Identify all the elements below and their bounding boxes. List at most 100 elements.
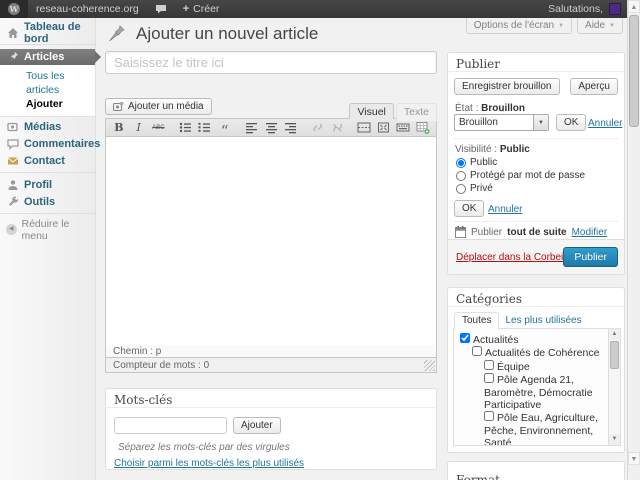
add-media-icon xyxy=(113,102,124,112)
sidebar-label: Outils xyxy=(24,196,55,208)
save-draft-button[interactable]: Enregistrer brouillon xyxy=(454,78,560,95)
strikethrough-icon[interactable]: ABC xyxy=(151,120,167,135)
category-checklist: Actualités Actualités de Cohérence Équip… xyxy=(453,328,621,446)
sidebar-item-articles[interactable]: Articles xyxy=(0,49,95,65)
bold-icon[interactable]: B xyxy=(111,120,127,135)
sidebar-item-contact[interactable]: Contact xyxy=(0,153,95,168)
add-tag-button[interactable]: Ajouter xyxy=(233,417,281,434)
sidebar-item-add-new[interactable]: Ajouter xyxy=(26,97,95,111)
sidebar-item-profile[interactable]: Profil xyxy=(0,177,95,192)
collapse-arrow-icon: ◀ xyxy=(6,224,17,235)
visibility-row: Visibilité : Public xyxy=(455,144,530,155)
align-right-icon[interactable] xyxy=(283,120,299,135)
category-label[interactable]: Pôle Eau, Agriculture, Pêche, Environnem… xyxy=(484,412,598,446)
category-checkbox[interactable] xyxy=(460,333,470,343)
insert-table-icon[interactable] xyxy=(415,120,431,135)
side-metaboxes: Publier Enregistrer brouillon Aperçu Éta… xyxy=(447,0,625,480)
tag-input[interactable] xyxy=(114,417,227,434)
visibility-cancel-link[interactable]: Annuler xyxy=(488,204,522,215)
bulleted-list-icon[interactable] xyxy=(177,120,193,135)
choose-tags-link[interactable]: Choisir parmi les mots-clés les plus uti… xyxy=(114,458,304,469)
category-checkbox[interactable] xyxy=(472,346,482,356)
preview-button[interactable]: Aperçu xyxy=(570,78,618,95)
editor-resize-handle[interactable] xyxy=(424,360,435,371)
category-item: Équipe xyxy=(460,360,604,373)
scroll-up-icon[interactable]: ▲ xyxy=(628,0,640,13)
category-name: Pôle Eau, Agriculture, Pêche, Environnem… xyxy=(484,412,598,446)
category-item: Pôle Eau, Agriculture, Pêche, Environnem… xyxy=(460,411,604,446)
editor-canvas[interactable] xyxy=(105,137,437,345)
publish-button[interactable]: Publier xyxy=(563,247,618,267)
align-center-icon[interactable] xyxy=(263,120,279,135)
tab-visual[interactable]: Visuel xyxy=(349,103,393,119)
sidebar-item-comments[interactable]: Commentaires xyxy=(0,136,95,151)
page-title: Ajouter un nouvel article xyxy=(136,24,318,44)
media-icon xyxy=(6,120,19,133)
sidebar-item-dashboard[interactable]: Tableau de bord xyxy=(0,25,95,40)
collapse-menu-button[interactable]: ◀ Réduire le menu xyxy=(0,222,95,237)
visibility-label: Visibilité : xyxy=(455,144,497,155)
scroll-down-icon[interactable]: ▼ xyxy=(628,452,640,465)
schedule-edit-link[interactable]: Modifier xyxy=(572,227,608,238)
status-cancel-link[interactable]: Annuler xyxy=(588,118,622,129)
comments-bubble-menu[interactable] xyxy=(147,0,175,18)
category-label[interactable]: Pôle Agenda 21, Baromètre, Démocratie Pa… xyxy=(484,374,593,411)
category-checkbox[interactable] xyxy=(484,360,494,370)
schedule-prefix: Publier xyxy=(471,227,502,238)
sidebar-item-media[interactable]: Médias xyxy=(0,119,95,134)
radio-public[interactable] xyxy=(456,158,466,168)
new-content-label: Créer xyxy=(193,3,219,15)
menu-separator xyxy=(0,213,95,214)
status-value: Brouillon xyxy=(481,103,525,114)
kitchen-sink-icon[interactable] xyxy=(396,120,412,135)
visibility-option-public[interactable]: Public xyxy=(456,157,497,168)
avatar[interactable] xyxy=(609,3,621,15)
sidebar-item-tools[interactable]: Outils xyxy=(0,194,95,209)
chevron-down-icon: ▼ xyxy=(609,23,615,29)
select-arrow-icon: ▼ xyxy=(533,115,548,130)
visibility-option-password[interactable]: Protégé par mot de passe xyxy=(456,170,585,181)
wp-logo-menu[interactable]: W xyxy=(0,0,28,18)
tab-most-used[interactable]: Les plus utilisées xyxy=(505,315,581,329)
scrollbar-thumb[interactable] xyxy=(610,341,619,369)
scroll-down-icon[interactable]: ▼ xyxy=(609,434,620,445)
screen-options-button[interactable]: Options de l'écran ▼ xyxy=(466,18,572,34)
category-checkbox[interactable] xyxy=(484,411,494,421)
radio-private[interactable] xyxy=(456,184,466,194)
fullscreen-icon[interactable] xyxy=(376,120,392,135)
align-left-icon[interactable] xyxy=(243,120,259,135)
site-name-menu[interactable]: reseau-coherence.org xyxy=(28,0,147,18)
add-media-button[interactable]: Ajouter un média xyxy=(105,98,212,115)
tags-hint: Séparez les mots-clés par des virgules xyxy=(118,442,290,453)
italic-icon[interactable]: I xyxy=(131,120,147,135)
category-label[interactable]: Actualités xyxy=(460,334,519,346)
sidebar-label: Tableau de bord xyxy=(24,21,95,45)
scroll-up-icon[interactable]: ▲ xyxy=(609,329,620,340)
plus-icon: + xyxy=(183,3,189,15)
category-checkbox[interactable] xyxy=(484,373,494,383)
tab-all-categories[interactable]: Toutes xyxy=(454,312,499,330)
category-label[interactable]: Équipe xyxy=(484,361,530,373)
visibility-ok-button[interactable]: OK xyxy=(454,200,484,217)
unlink-icon[interactable] xyxy=(329,120,345,135)
radio-password[interactable] xyxy=(456,171,466,181)
post-title-input[interactable] xyxy=(105,51,437,74)
link-icon[interactable] xyxy=(310,120,326,135)
schedule-value: tout de suite xyxy=(507,227,566,238)
help-button[interactable]: Aide ▼ xyxy=(577,18,623,34)
main-content: Ajouter un nouvel article Ajouter un méd… xyxy=(105,0,437,480)
new-content-menu[interactable]: + Créer xyxy=(175,0,228,18)
numbered-list-icon[interactable] xyxy=(197,120,213,135)
status-ok-button[interactable]: OK xyxy=(556,114,586,131)
sidebar-item-all-posts[interactable]: Tous les articles xyxy=(26,69,95,97)
publishing-actions: Déplacer dans la Corbeille Publier xyxy=(448,239,624,274)
visibility-option-private[interactable]: Privé xyxy=(456,183,493,194)
calendar-icon xyxy=(455,226,466,238)
scrollbar-thumb[interactable] xyxy=(629,15,639,127)
move-to-trash-link[interactable]: Déplacer dans la Corbeille xyxy=(456,252,573,263)
more-tag-icon[interactable] xyxy=(356,120,372,135)
category-label[interactable]: Actualités de Cohérence xyxy=(472,347,599,359)
blockquote-icon[interactable]: “ xyxy=(217,120,233,135)
tab-text[interactable]: Texte xyxy=(396,103,437,121)
status-select[interactable]: Brouillon ▼ xyxy=(454,114,549,131)
